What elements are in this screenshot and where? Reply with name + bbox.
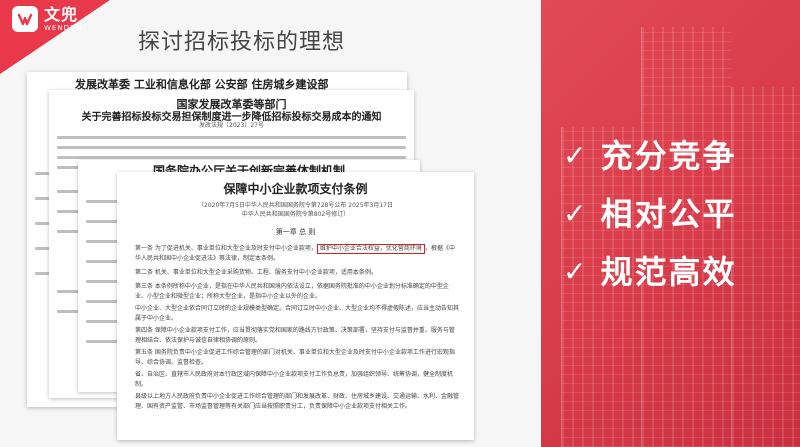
key-point-item: ✓ 相对公平 (563, 198, 736, 230)
article-5: 第五条 国务院负责中小企业促进工作综合管理的部门对机关、事业单位和大型企业及时支… (135, 349, 455, 366)
chapter-heading: 第一章 总 则 (275, 228, 316, 236)
building-graphic (731, 87, 800, 447)
page-title: 探讨招标投标的理想 (138, 30, 346, 55)
key-point-item: ✓ 充分竞争 (563, 140, 736, 172)
wendou-logo-icon (12, 6, 38, 32)
article-4: 第四条 保障中小企业款项支付工作，应当贯彻落实党和国家的路线方针政策、决策部署，… (135, 327, 455, 344)
key-point-item: ✓ 规范高效 (563, 256, 736, 288)
document-title: 保障中小企业款项支付条例 (223, 182, 368, 196)
highlight-box: 维护中小企业合法权益，优化营商环境 (316, 244, 425, 254)
key-point-label: 充分竞争 (600, 137, 737, 175)
check-icon: ✓ (563, 197, 587, 230)
article-3b: 中小企业、大型企业依合同订立时的企业规模类型确定。合同订立时中小企业、大型企业均… (135, 305, 460, 322)
document-subtitle-2: 中华人民共和国国务院令第802号修订） (241, 211, 350, 218)
check-icon: ✓ (563, 255, 587, 288)
check-icon: ✓ (563, 139, 587, 172)
document-page-4: 保障中小企业款项支付条例 （2020年7月5日中华人民共和国国务院令第728号公… (117, 172, 474, 440)
brand-name-en: WENDOU (44, 23, 83, 32)
brand-name-cn: 文兜 (44, 4, 79, 24)
key-points-list: ✓ 充分竞争 ✓ 相对公平 ✓ 规范高效 (563, 140, 736, 288)
key-point-label: 相对公平 (600, 195, 737, 233)
brand-logo[interactable]: 文兜 WENDOU (12, 6, 83, 32)
article-3: 第三条 本条例所称中小企业，是指在中华人民共和国境内依法设立，依据国务院批准的中… (135, 283, 449, 300)
article-2: 第二条 机关、事业单位和大型企业采购货物、工程、服务支付中小企业款项，适用本条例… (135, 269, 377, 276)
document-number: 发改法规〔2023〕27号 (199, 122, 264, 129)
article-5c: 县级以上地方人民政府负责中小企业促进工作综合管理的部门和发展改革、财政、住房城乡… (135, 393, 460, 410)
document-subtitle-1: （2020年7月5日中华人民共和国国务院令第728号公布 2025年3月17日 (198, 202, 393, 209)
key-point-label: 规范高效 (600, 253, 737, 291)
article-5b: 省、自治区、直辖市人民政府对本行政区域内保障中小企业款项支付工作负总责，加强组织… (135, 371, 454, 388)
article-1: 第一条 为了促进机关、事业单位和大型企业及时支付中小企业款项， 维护中小企业合法权… (135, 244, 455, 262)
